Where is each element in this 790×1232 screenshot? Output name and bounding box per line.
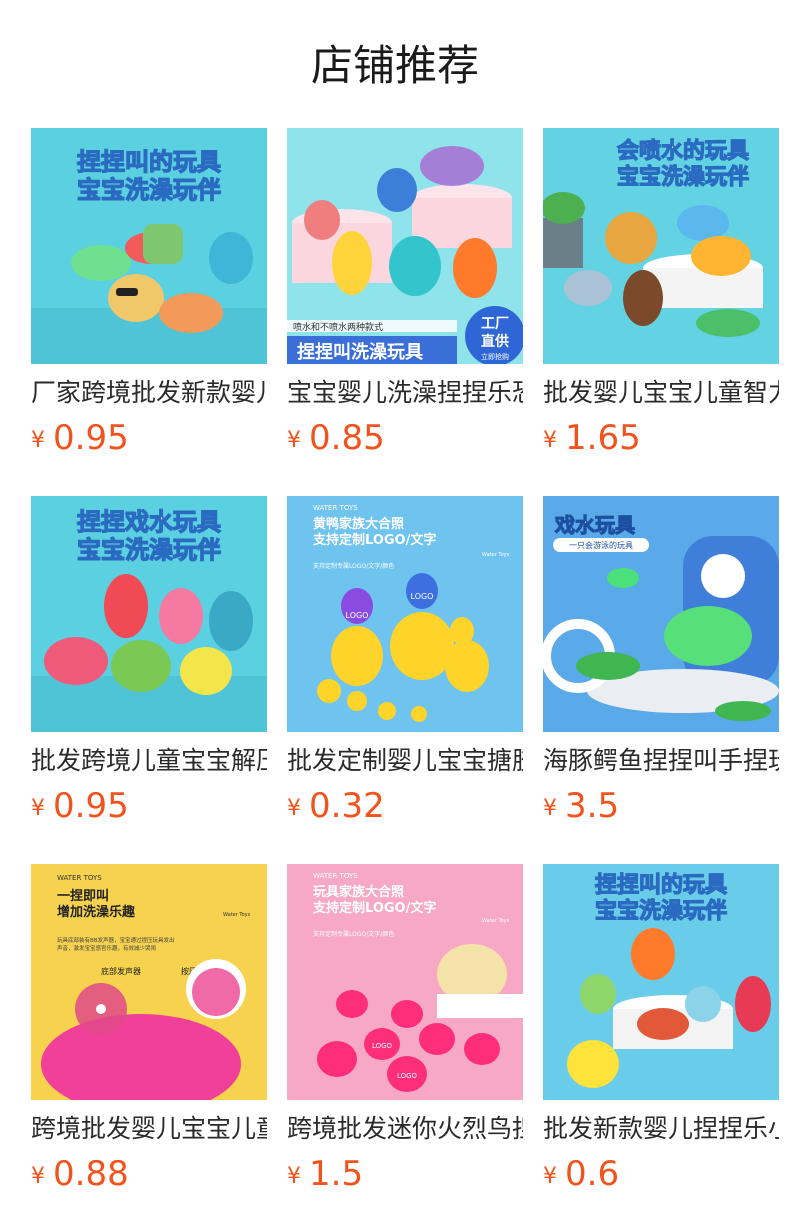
product-image[interactable]: 捏捏戏水玩具 宝宝洗澡玩伴 bbox=[31, 496, 267, 732]
product-name[interactable]: 批发新款婴儿捏捏乐小 bbox=[543, 1112, 779, 1146]
water-toys-label: WATER TOYS bbox=[313, 872, 358, 880]
price-row: ¥3.5 bbox=[543, 784, 779, 828]
price-row: ¥0.85 bbox=[287, 416, 523, 460]
logo-mark: LOGO bbox=[346, 611, 369, 620]
page-header: 店铺推荐 bbox=[0, 0, 790, 128]
product-card[interactable]: 捏捏叫的玩具 宝宝洗澡玩伴 厂家跨境批发新款婴儿 ¥0.95 bbox=[31, 128, 267, 468]
page-title: 店铺推荐 bbox=[310, 41, 479, 90]
product-card[interactable]: 捏捏叫的玩具 宝宝洗澡玩伴 批发新款婴儿捏捏乐小 ¥0.6 bbox=[543, 864, 779, 1204]
product-image[interactable]: 戏水玩具 一只会游泳的玩具 bbox=[543, 496, 779, 732]
price-row: ¥0.32 bbox=[287, 784, 523, 828]
product-name[interactable]: 批发婴儿宝宝儿童智力 bbox=[543, 376, 779, 410]
product-name[interactable]: 批发定制婴儿宝宝搪胶 bbox=[287, 744, 523, 778]
currency-symbol: ¥ bbox=[287, 428, 301, 453]
currency-symbol: ¥ bbox=[543, 796, 557, 821]
factory-badge-line-1: 工厂 bbox=[481, 316, 509, 332]
product-name[interactable]: 宝宝婴儿洗澡捏捏乐恐 bbox=[287, 376, 523, 410]
product-card[interactable]: 戏水玩具 一只会游泳的玩具 海豚鳄鱼捏捏叫手捏玩 ¥3.5 bbox=[543, 496, 779, 836]
product-price: 0.95 bbox=[53, 418, 129, 458]
logo-mark: LOGO bbox=[372, 1042, 393, 1050]
currency-symbol: ¥ bbox=[31, 1164, 45, 1189]
product-image[interactable]: WATER TOYS 黄鸭家族大合照 支持定制LOGO/文字 Water Toy… bbox=[287, 496, 523, 732]
banner-line-1: 捏捏戏水玩具 bbox=[77, 508, 221, 536]
description-line-1: 玩具底部装有BB发声器，宝宝通过捏压玩具发出 bbox=[57, 936, 175, 944]
banner-line-2: 宝宝洗澡玩伴 bbox=[617, 164, 749, 190]
label-bottom-sounder: 底部发声器 bbox=[101, 966, 141, 976]
product-price: 0.85 bbox=[309, 418, 385, 458]
currency-symbol: ¥ bbox=[287, 1164, 301, 1189]
factory-badge-line-2: 直供 bbox=[481, 333, 509, 350]
banner-line-2: 宝宝洗澡玩伴 bbox=[77, 536, 221, 564]
product-card[interactable]: WATER TOYS 玩具家族大合照 支持定制LOGO/文字 Water Toy… bbox=[287, 864, 523, 1204]
banner-line-2: 一只会游泳的玩具 bbox=[569, 540, 633, 550]
product-name[interactable]: 海豚鳄鱼捏捏叫手捏玩 bbox=[543, 744, 779, 778]
subline: 支持定制专属LOGO/文字/颜色 bbox=[313, 562, 394, 570]
product-card[interactable]: 会喷水的玩具 宝宝洗澡玩伴 批发婴儿宝宝儿童智力 ¥1.65 bbox=[543, 128, 779, 468]
subline: 支持定制专属LOGO/文字/颜色 bbox=[313, 930, 394, 938]
product-price: 3.5 bbox=[565, 786, 620, 826]
price-row: ¥0.95 bbox=[31, 784, 267, 828]
product-image[interactable]: WATER TOYS 一捏即叫 增加洗澡乐趣 Water Toys 玩具底部装有… bbox=[31, 864, 267, 1100]
product-card[interactable]: 捏捏戏水玩具 宝宝洗澡玩伴 批发跨境儿童宝宝解压 ¥0.95 bbox=[31, 496, 267, 836]
water-toys-label: WATER TOYS bbox=[57, 874, 102, 882]
caption-small: 喷水和不喷水两种款式 bbox=[293, 321, 383, 333]
product-image[interactable]: 捏捏叫的玩具 宝宝洗澡玩伴 bbox=[543, 864, 779, 1100]
price-row: ¥0.6 bbox=[543, 1152, 779, 1196]
water-toys-label: WATER TOYS bbox=[313, 504, 358, 512]
product-card[interactable]: WATER TOYS 一捏即叫 增加洗澡乐趣 Water Toys 玩具底部装有… bbox=[31, 864, 267, 1204]
product-name[interactable]: 跨境批发迷你火烈鸟捏 bbox=[287, 1112, 523, 1146]
product-card[interactable]: WATER TOYS 黄鸭家族大合照 支持定制LOGO/文字 Water Toy… bbox=[287, 496, 523, 836]
product-row: 捏捏戏水玩具 宝宝洗澡玩伴 批发跨境儿童宝宝解压 ¥0.95 WATER TOY… bbox=[0, 496, 790, 864]
side-label: Water Toys bbox=[223, 912, 251, 918]
banner-line-2: 宝宝洗澡玩伴 bbox=[77, 176, 221, 204]
headline-line-1: 黄鸭家族大合照 bbox=[313, 516, 404, 532]
price-row: ¥0.88 bbox=[31, 1152, 267, 1196]
product-price: 0.32 bbox=[309, 786, 385, 826]
banner-line-1: 捏捏叫的玩具 bbox=[595, 872, 727, 898]
product-price: 0.95 bbox=[53, 786, 129, 826]
product-name[interactable]: 批发跨境儿童宝宝解压 bbox=[31, 744, 267, 778]
product-price: 1.5 bbox=[309, 1154, 364, 1194]
currency-symbol: ¥ bbox=[31, 428, 45, 453]
product-name[interactable]: 厂家跨境批发新款婴儿 bbox=[31, 376, 267, 410]
product-price: 1.65 bbox=[565, 418, 641, 458]
price-row: ¥1.5 bbox=[287, 1152, 523, 1196]
logo-mark: LOGO bbox=[397, 1072, 418, 1080]
description-line-2: 声音，激发宝宝感官乐趣，有效减少哭闹 bbox=[57, 944, 156, 952]
product-grid: 捏捏叫的玩具 宝宝洗澡玩伴 厂家跨境批发新款婴儿 ¥0.95 喷水和不喷水两种款… bbox=[0, 128, 790, 1232]
banner-line-1: 戏水玩具 bbox=[554, 513, 635, 537]
caption-main: 捏捏叫洗澡玩具 bbox=[297, 341, 423, 363]
headline-line-2: 增加洗澡乐趣 bbox=[57, 904, 136, 920]
price-row: ¥1.65 bbox=[543, 416, 779, 460]
product-image[interactable]: WATER TOYS 玩具家族大合照 支持定制LOGO/文字 Water Toy… bbox=[287, 864, 523, 1100]
headline-line-2: 支持定制LOGO/文字 bbox=[312, 900, 436, 916]
product-image[interactable]: 捏捏叫的玩具 宝宝洗澡玩伴 bbox=[31, 128, 267, 364]
banner-line-1: 捏捏叫的玩具 bbox=[77, 148, 221, 176]
product-image[interactable]: 会喷水的玩具 宝宝洗澡玩伴 bbox=[543, 128, 779, 364]
banner-line-1: 会喷水的玩具 bbox=[617, 138, 749, 164]
price-row: ¥0.95 bbox=[31, 416, 267, 460]
headline-line-2: 支持定制LOGO/文字 bbox=[312, 532, 436, 548]
product-name[interactable]: 跨境批发婴儿宝宝儿童 bbox=[31, 1112, 267, 1146]
side-label: Water Toys bbox=[482, 552, 510, 558]
product-price: 0.88 bbox=[53, 1154, 129, 1194]
currency-symbol: ¥ bbox=[287, 796, 301, 821]
logo-mark: LOGO bbox=[411, 592, 434, 601]
headline-line-1: 一捏即叫 bbox=[57, 888, 109, 904]
currency-symbol: ¥ bbox=[543, 1164, 557, 1189]
currency-symbol: ¥ bbox=[543, 428, 557, 453]
side-label: Water Toys bbox=[482, 918, 510, 924]
factory-badge-line-3: 立即抢购 bbox=[481, 352, 509, 361]
headline-line-1: 玩具家族大合照 bbox=[313, 884, 404, 900]
product-row: WATER TOYS 一捏即叫 增加洗澡乐趣 Water Toys 玩具底部装有… bbox=[0, 864, 790, 1232]
product-row: 捏捏叫的玩具 宝宝洗澡玩伴 厂家跨境批发新款婴儿 ¥0.95 喷水和不喷水两种款… bbox=[0, 128, 790, 496]
product-price: 0.6 bbox=[565, 1154, 620, 1194]
product-card[interactable]: 喷水和不喷水两种款式 捏捏叫洗澡玩具 工厂 直供 立即抢购 宝宝婴儿洗澡捏捏乐恐… bbox=[287, 128, 523, 468]
banner-line-2: 宝宝洗澡玩伴 bbox=[595, 898, 727, 924]
currency-symbol: ¥ bbox=[31, 796, 45, 821]
product-image[interactable]: 喷水和不喷水两种款式 捏捏叫洗澡玩具 工厂 直供 立即抢购 bbox=[287, 128, 523, 364]
